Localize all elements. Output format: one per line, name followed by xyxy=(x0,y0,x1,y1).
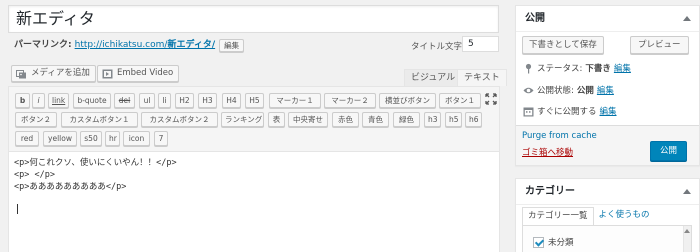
qt-center-button[interactable]: 中央寄せ xyxy=(288,112,328,127)
category-tabs: カテゴリー一覧 よく使うもの xyxy=(522,207,655,225)
schedule-label: すぐに公開する xyxy=(537,107,597,117)
trash-link[interactable]: ゴミ箱へ移動 xyxy=(522,146,573,158)
status-value: 下書き xyxy=(585,64,611,74)
post-title-input[interactable]: 新エディタ xyxy=(8,5,499,33)
qt-h3-lower-button[interactable]: h3 xyxy=(424,112,441,127)
media-icon xyxy=(16,69,26,78)
calendar-icon xyxy=(523,107,534,116)
status-edit-link[interactable]: 編集 xyxy=(614,62,631,74)
qt-h2-button[interactable]: H2 xyxy=(175,93,194,108)
preview-button[interactable]: プレビュー xyxy=(630,36,689,54)
permalink-slug[interactable]: 新エディタ/ xyxy=(167,38,215,52)
content-line: <p> </p> xyxy=(14,170,55,180)
quicktags-toolbar: b i link b-quote del ul li H2 H3 H4 H5 マ… xyxy=(9,87,499,152)
tab-text[interactable]: テキスト xyxy=(457,69,507,86)
title-count-field[interactable]: 5 xyxy=(462,36,499,52)
permalink-label: パーマリンク: xyxy=(14,40,72,50)
editor-area: b i link b-quote del ul li H2 H3 H4 H5 マ… xyxy=(8,86,500,252)
qt-bquote-button[interactable]: b-quote xyxy=(73,93,111,108)
pin-icon xyxy=(525,63,532,73)
qt-button2-button[interactable]: ボタン２ xyxy=(15,112,57,127)
schedule-row: すぐに公開する 編集 xyxy=(523,104,617,118)
visibility-edit-link[interactable]: 編集 xyxy=(597,84,614,96)
qt-yellow-button[interactable]: yellow xyxy=(43,131,77,146)
qt-red-jp-button[interactable]: 赤色 xyxy=(332,112,359,127)
qt-ul-button[interactable]: ul xyxy=(139,93,155,108)
fullscreen-icon[interactable] xyxy=(485,93,497,105)
category-item-label: 未分類 xyxy=(548,238,574,248)
qt-bold-button[interactable]: b xyxy=(15,93,30,108)
add-media-label: メディアを追加 xyxy=(31,68,90,78)
qt-ranking-button[interactable]: ランキング xyxy=(221,112,264,127)
embed-video-label: Embed Video xyxy=(117,68,174,78)
qt-side-buttons-button[interactable]: 横並びボタン xyxy=(379,93,436,108)
permalink-row: パーマリンク: http://ichikatsu.com/ 新エディタ/ 編集 xyxy=(14,38,245,52)
video-icon xyxy=(102,69,113,78)
collapse-arrow-icon[interactable] xyxy=(683,16,691,21)
visibility-row: 公開状態: 公開 編集 xyxy=(523,83,614,97)
qt-h5-lower-button[interactable]: h5 xyxy=(445,112,462,127)
qt-icon-button[interactable]: icon xyxy=(123,131,150,146)
visibility-value: 公開 xyxy=(576,86,594,96)
qt-s50-button[interactable]: s50 xyxy=(80,131,102,146)
qt-blue-jp-button[interactable]: 青色 xyxy=(362,112,389,127)
editor-textarea[interactable]: <p>何これクソ、使いにくいやん！！</p> <p> </p> <p>あああああ… xyxy=(14,157,177,193)
qt-7-button[interactable]: 7 xyxy=(154,131,168,146)
add-media-button[interactable]: メディアを追加 xyxy=(11,65,96,82)
qt-del-button[interactable]: del xyxy=(114,93,135,108)
qt-h3-button[interactable]: H3 xyxy=(198,93,217,108)
collapse-arrow-icon[interactable] xyxy=(683,189,691,194)
content-line: <p>何これクソ、使いにくいやん！！</p> xyxy=(14,158,177,168)
tab-most-used[interactable]: よく使うもの xyxy=(594,207,655,225)
category-box-title: カテゴリー xyxy=(525,186,575,197)
status-row: ステータス: 下書き 編集 xyxy=(523,61,631,75)
tab-all-categories[interactable]: カテゴリー一覧 xyxy=(522,207,594,225)
qt-custom2-button[interactable]: カスタムボタン２ xyxy=(141,112,218,127)
purge-cache-link[interactable]: Purge from cache xyxy=(522,131,597,141)
save-draft-button[interactable]: 下書きとして保存 xyxy=(522,36,604,54)
qt-button1-button[interactable]: ボタン１ xyxy=(439,93,481,108)
scroll-up-icon[interactable] xyxy=(684,229,690,233)
publish-button[interactable]: 公開 xyxy=(650,141,688,161)
qt-h4-button[interactable]: H4 xyxy=(222,93,241,108)
category-box-header[interactable]: カテゴリー xyxy=(516,179,699,205)
category-item[interactable]: 未分類 xyxy=(533,236,574,248)
qt-li-button[interactable]: li xyxy=(158,93,171,108)
text-cursor xyxy=(17,204,18,214)
content-line: <p>あああああああああ</p> xyxy=(14,182,127,192)
qt-red-button[interactable]: red xyxy=(15,131,39,146)
permalink-url[interactable]: http://ichikatsu.com/ xyxy=(75,38,168,52)
permalink-edit-button[interactable]: 編集 xyxy=(219,38,245,52)
status-label: ステータス: xyxy=(537,64,583,74)
qt-table-button[interactable]: 表 xyxy=(268,112,285,127)
publish-box-title: 公開 xyxy=(525,13,545,24)
qt-italic-button[interactable]: i xyxy=(32,93,45,108)
qt-marker2-button[interactable]: マーカー２ xyxy=(324,93,376,108)
qt-h6-lower-button[interactable]: h6 xyxy=(465,112,482,127)
eye-icon xyxy=(523,87,534,93)
qt-h5-button[interactable]: H5 xyxy=(245,93,264,108)
qt-custom1-button[interactable]: カスタムボタン１ xyxy=(61,112,138,127)
category-checkbox[interactable] xyxy=(533,236,544,248)
schedule-edit-link[interactable]: 編集 xyxy=(600,105,617,117)
qt-marker1-button[interactable]: マーカー１ xyxy=(269,93,321,108)
qt-link-button[interactable]: link xyxy=(48,93,69,108)
qt-hr-button[interactable]: hr xyxy=(105,131,120,146)
visibility-label: 公開状態: xyxy=(537,86,574,96)
qt-green-jp-button[interactable]: 緑色 xyxy=(393,112,420,127)
tab-visual[interactable]: ビジュアル xyxy=(404,69,463,86)
publish-box-header[interactable]: 公開 xyxy=(516,6,699,32)
embed-video-button[interactable]: Embed Video xyxy=(97,65,180,82)
